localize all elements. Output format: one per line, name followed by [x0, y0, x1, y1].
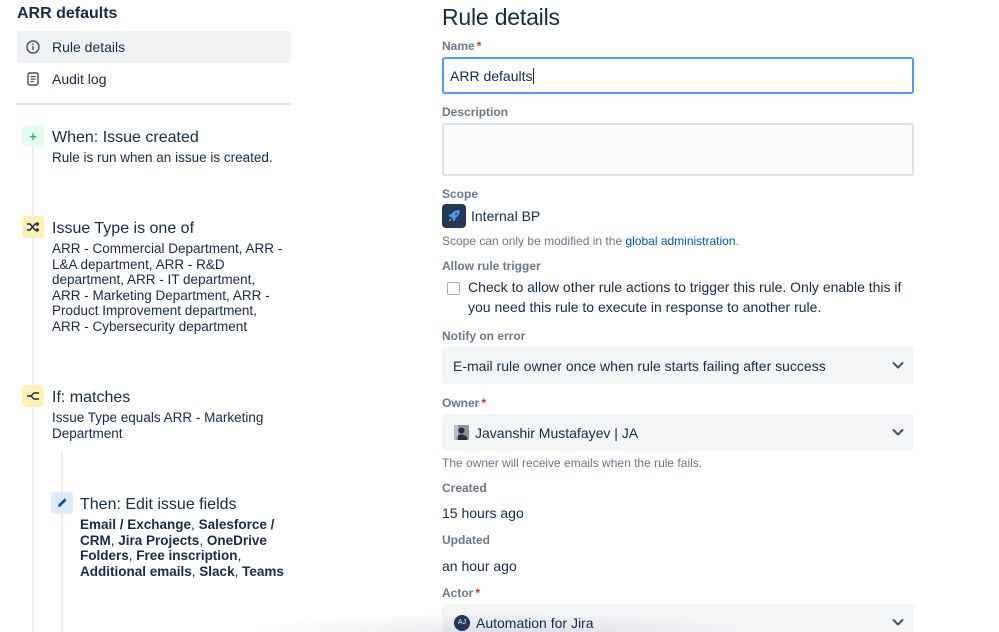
required-marker: * [475, 586, 481, 600]
action-field-line: Email / Exchange, Salesforce / [80, 517, 295, 533]
field-tag: Email / Exchange [80, 517, 192, 532]
trigger-title[interactable]: When: Issue created [52, 129, 199, 147]
required-marker: * [481, 396, 487, 410]
field-tag: OneDrive [206, 532, 267, 548]
label-text: Actor [442, 586, 474, 600]
scope-help: Scope can only be modified in the global… [442, 234, 739, 248]
condition-line: department, ARR - IT department, [52, 272, 256, 288]
condition-description: ARR - Commercial Department, ARR - L&A d… [52, 241, 282, 335]
created-value: 15 hours ago [442, 505, 524, 521]
chevron-down-icon [892, 619, 904, 626]
document-icon [26, 72, 40, 86]
label-text: Name [442, 39, 475, 53]
condition-line: ARR - Marketing Department, ARR - [52, 287, 270, 303]
pencil-icon [51, 492, 73, 514]
field-separator: , [199, 532, 207, 548]
nav-item-audit-log[interactable]: Audit log [17, 63, 291, 95]
label-text: Owner [442, 396, 480, 410]
rule-sidebar: ARR defaults Rule details Audit log + Wh… [0, 0, 300, 632]
description-label: Description [442, 105, 509, 119]
rocket-icon [442, 204, 466, 228]
nav-item-label: Rule details [52, 39, 126, 55]
notify-select[interactable]: E-mail rule owner once when rule starts … [442, 347, 914, 384]
condition-line: Issue Type equals ARR - Marketing [52, 410, 264, 425]
allow-trigger-text: Check to allow other rule actions to tri… [468, 279, 902, 315]
scope-label: Scope [442, 187, 479, 201]
text-caret [533, 67, 535, 84]
updated-label: Updated [442, 533, 490, 547]
branch-icon [22, 385, 44, 407]
notify-value: E-mail rule owner once when rule starts … [453, 357, 826, 374]
name-label: Name * [442, 39, 481, 53]
field-tag: Folders [80, 548, 129, 564]
field-tag: Salesforce / [198, 517, 275, 532]
help-text: Scope can only be modified in the [442, 234, 626, 248]
condition-line: Product Improvement department, [52, 303, 257, 319]
action-fields: Email / Exchange, Salesforce / CRM, Jira… [80, 517, 295, 579]
actor-avatar: AJ [454, 614, 470, 631]
condition-title[interactable]: Issue Type is one of [52, 220, 194, 238]
allow-trigger-label: Allow rule trigger [442, 259, 541, 273]
action-field-line: Folders, Free inscription, [80, 548, 295, 564]
actor-label: Actor * [442, 586, 480, 600]
trigger-description: Rule is run when an issue is created. [52, 150, 273, 165]
action-title[interactable]: Then: Edit issue fields [80, 496, 237, 514]
owner-label: Owner * [442, 396, 486, 410]
field-tag: Jira Projects [118, 532, 200, 548]
condition-line: Department [52, 425, 123, 441]
nav-item-label: Audit log [52, 71, 107, 87]
rule-details-panel: Rule details Name * ARR defaults Descript… [442, 0, 914, 632]
field-tag: Free inscription [136, 548, 238, 564]
created-label: Created [442, 481, 487, 495]
actor-value: Automation for Jira [476, 614, 594, 631]
name-value: ARR defaults [450, 67, 533, 84]
condition-line: ARR - Commercial Department, ARR - [52, 241, 283, 256]
name-field[interactable]: ARR defaults [442, 57, 914, 94]
condition-line: ARR - Cybersecurity department [52, 318, 248, 334]
description-field[interactable] [442, 123, 914, 176]
owner-help: The owner will receive emails when the r… [442, 456, 703, 470]
rule-title: ARR defaults [17, 5, 118, 22]
plus-icon: + [22, 125, 44, 147]
field-separator: , [234, 563, 243, 579]
owner-select[interactable]: Javanshir Mustafayev | JA [442, 414, 914, 451]
scope-value: Internal BP [442, 204, 540, 228]
action-field-line: CRM, Jira Projects, OneDrive [80, 533, 295, 549]
owner-value: Javanshir Mustafayev | JA [475, 424, 639, 441]
allow-trigger-row: Check to allow other rule actions to tri… [447, 278, 918, 317]
field-separator: , [191, 517, 199, 532]
sidebar-divider [17, 103, 291, 105]
updated-value: an hour ago [442, 558, 517, 574]
shuffle-icon [22, 216, 44, 238]
chevron-down-icon [892, 362, 904, 369]
global-administration-link[interactable]: global administration [625, 234, 735, 248]
branch-flow-line [61, 452, 63, 632]
page-title: Rule details [442, 4, 560, 30]
allow-trigger-checkbox[interactable] [447, 282, 460, 295]
actor-select[interactable]: AJ Automation for Jira [442, 604, 914, 632]
scope-name: Internal BP [471, 208, 541, 224]
if-condition-description: Issue Type equals ARR - Marketing Depart… [52, 410, 263, 441]
field-tag: Additional emails [80, 563, 192, 579]
owner-avatar [454, 425, 469, 440]
field-separator: , [237, 548, 242, 564]
condition-line: L&A department, ARR - R&D [52, 256, 225, 272]
required-marker: * [476, 39, 482, 53]
nav-item-rule-details[interactable]: Rule details [17, 31, 291, 63]
field-tag: Slack [199, 563, 235, 579]
notify-label: Notify on error [442, 329, 526, 343]
info-icon [26, 40, 40, 54]
field-tag: CRM [80, 532, 111, 548]
field-tag: Teams [242, 563, 284, 579]
action-field-line: Additional emails, Slack, Teams [80, 564, 295, 580]
chevron-down-icon [892, 429, 904, 436]
help-text: . [735, 234, 739, 248]
if-condition-title[interactable]: If: matches [52, 389, 130, 407]
